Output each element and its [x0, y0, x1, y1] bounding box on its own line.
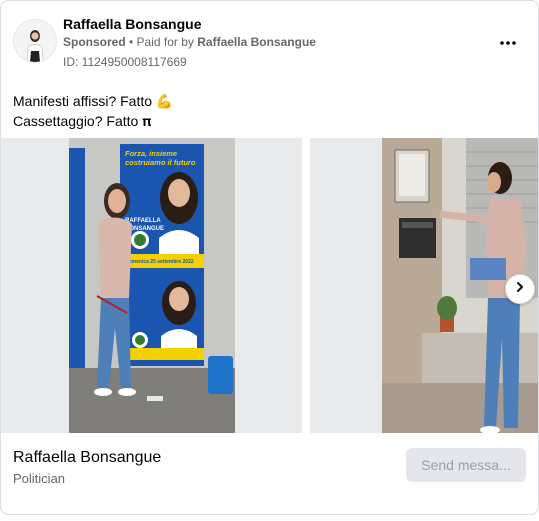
sponsored-label: Sponsored — [63, 35, 126, 49]
caption-line-2: Cassettaggio? Fatto 𝛑 — [13, 113, 152, 129]
library-id: ID: 1124950008117669 — [63, 55, 187, 69]
carousel-slide-2[interactable] — [310, 138, 538, 433]
sponsored-line: Sponsored • Paid for by Raffaella Bonsan… — [63, 35, 316, 49]
footer-page-name[interactable]: Raffaella Bonsangue — [13, 449, 161, 467]
more-options-button[interactable] — [496, 29, 520, 53]
ad-caption: Manifesti affissi? Fatto 💪 Cassettaggio?… — [13, 91, 173, 131]
page-name[interactable]: Raffaella Bonsangue — [63, 16, 201, 32]
chevron-right-icon — [514, 280, 526, 298]
poster-line-2: costruiamo il futuro — [125, 158, 196, 167]
more-icon — [500, 32, 516, 50]
paid-for-label: Paid for by — [136, 35, 198, 49]
carousel-next-button[interactable] — [505, 274, 535, 304]
separator: • — [125, 35, 137, 49]
avatar[interactable] — [13, 19, 57, 63]
carousel-slide-1[interactable]: Forza, insieme costruiamo il futuro RAFF… — [1, 138, 302, 433]
ad-card: Raffaella Bonsangue Sponsored • Paid for… — [0, 0, 539, 515]
poster-line-1: Forza, insieme — [125, 149, 177, 158]
image-carousel: Forza, insieme costruiamo il futuro RAFF… — [1, 138, 538, 438]
caption-line-1: Manifesti affissi? Fatto 💪 — [13, 93, 174, 109]
send-message-button[interactable]: Send messa... — [406, 448, 526, 482]
poster-date: Domenica 25 settembre 2022 — [125, 259, 194, 265]
footer-category: Politician — [13, 471, 66, 486]
paid-for-name: Raffaella Bonsangue — [197, 35, 316, 49]
